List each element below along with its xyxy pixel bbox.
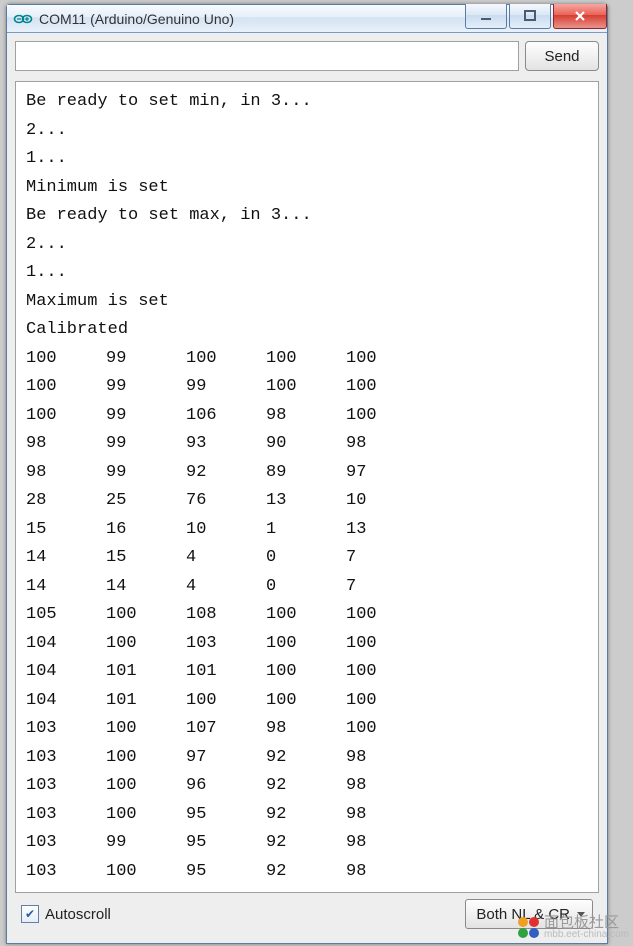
- minimize-button[interactable]: [465, 4, 507, 29]
- close-button[interactable]: [553, 4, 607, 29]
- arduino-icon: [13, 9, 33, 29]
- watermark-logo-icon: [518, 917, 540, 939]
- serial-input[interactable]: [15, 41, 519, 71]
- watermark: 面包板社区 mbb.eet-china.com: [514, 913, 633, 942]
- watermark-sub: mbb.eet-china.com: [544, 930, 629, 940]
- serial-monitor-window: COM11 (Arduino/Genuino Uno) Send Be read…: [6, 4, 608, 944]
- autoscroll-toggle[interactable]: ✔ Autoscroll: [21, 905, 111, 923]
- checkbox-icon: ✔: [21, 905, 39, 923]
- title-bar[interactable]: COM11 (Arduino/Genuino Uno): [7, 5, 607, 33]
- maximize-button[interactable]: [509, 4, 551, 29]
- send-row: Send: [15, 41, 599, 71]
- footer-bar: ✔ Autoscroll Both NL & CR: [15, 893, 599, 935]
- window-controls: [465, 4, 607, 29]
- window-title: COM11 (Arduino/Genuino Uno): [39, 11, 234, 27]
- content-area: Send Be ready to set min, in 3... 2... 1…: [7, 33, 607, 943]
- watermark-text: 面包板社区: [544, 915, 629, 930]
- send-button[interactable]: Send: [525, 41, 599, 71]
- serial-output[interactable]: Be ready to set min, in 3... 2... 1... M…: [15, 81, 599, 893]
- autoscroll-label: Autoscroll: [45, 906, 111, 923]
